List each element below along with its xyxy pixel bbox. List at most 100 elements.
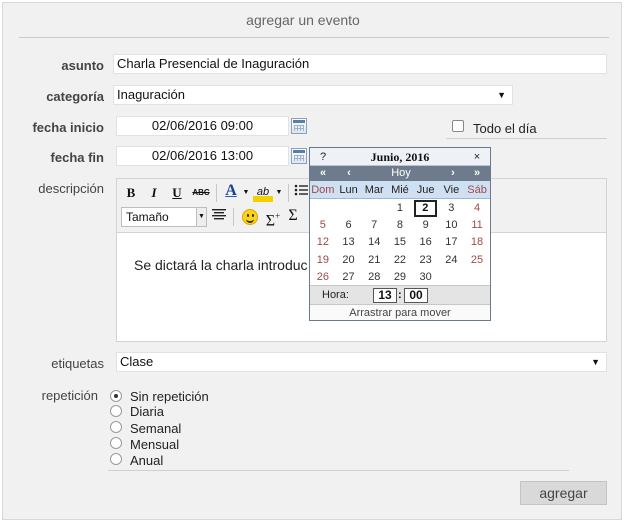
calendar-day[interactable]: 13 [336, 234, 362, 251]
calendar-day[interactable]: 8 [387, 217, 413, 234]
highlight-button[interactable]: ab [253, 182, 273, 202]
strikethrough-button[interactable]: ABC [191, 183, 211, 203]
calendar-day[interactable]: 29 [387, 269, 413, 286]
form-title: agregar un evento [246, 12, 360, 28]
calendar-day[interactable]: 20 [336, 252, 362, 269]
repeat-monthly-radio[interactable] [110, 437, 122, 449]
italic-button[interactable]: I [146, 183, 162, 203]
weekday-label: Mié [391, 184, 409, 196]
toolbar-separator [216, 184, 217, 202]
prev-month-button[interactable]: ‹ [336, 166, 362, 181]
calendar-day[interactable]: 25 [464, 252, 490, 269]
weekday-label: Sáb [467, 184, 487, 196]
repeat-daily-radio[interactable] [110, 405, 122, 417]
close-button[interactable]: × [464, 148, 490, 166]
end-date-input[interactable]: 02/06/2016 13:00 [116, 146, 289, 166]
calendar-day[interactable]: 19 [310, 252, 336, 269]
description-label: descripción [38, 181, 104, 196]
calendar-day[interactable]: 6 [336, 217, 362, 234]
drag-handle[interactable]: Arrastrar para mover [310, 304, 490, 320]
calendar-day[interactable]: 30 [413, 269, 439, 286]
calendar-day[interactable]: 5 [310, 217, 336, 234]
calendar-day[interactable]: 22 [387, 252, 413, 269]
tags-label: etiquetas [51, 356, 104, 371]
chevron-down-icon[interactable]: ▼ [274, 183, 284, 203]
calendar-day[interactable]: 9 [413, 217, 439, 234]
all-day-underline [446, 138, 607, 139]
description-text[interactable]: Se dictará la charla introduc [134, 257, 308, 273]
calendar-header[interactable]: ? Junio, 2016 × [310, 148, 490, 166]
calendar-day[interactable]: 2 [413, 200, 437, 217]
repeat-option-label: Sin repetición [130, 389, 209, 404]
repeat-yearly-radio[interactable] [110, 453, 122, 465]
smiley-icon[interactable] [242, 209, 258, 225]
calendar-day[interactable]: 11 [464, 217, 490, 234]
help-button[interactable]: ? [310, 148, 336, 166]
category-select[interactable]: Inaguración ▼ [113, 85, 513, 105]
calendar-day[interactable]: 12 [310, 234, 336, 251]
underline-button[interactable]: U [169, 183, 185, 203]
repeat-option-label: Mensual [130, 437, 180, 452]
subject-input[interactable]: Charla Presencial de Inaguración [113, 54, 607, 74]
next-year-button[interactable]: » [464, 166, 490, 181]
weekday-header: Dom Lun Mar Mié Jue Vie Sáb [310, 181, 490, 199]
repeat-label: repetición [41, 388, 98, 403]
repeat-weekly-radio[interactable] [110, 421, 122, 433]
calendar-day[interactable]: 1 [387, 200, 413, 217]
calendar-day[interactable]: 21 [361, 252, 387, 269]
title-divider [19, 37, 609, 38]
sigma-plus-icon[interactable]: Σ+ [263, 206, 283, 229]
sigma-icon[interactable]: Σ [285, 206, 301, 226]
calendar-day[interactable]: 16 [413, 234, 439, 251]
repeat-option-label: Diaria [130, 404, 164, 419]
calendar-day[interactable]: 7 [361, 217, 387, 234]
calendar-popup[interactable]: ? Junio, 2016 × « ‹ Hoy › » Dom Lun Mar Mié… [309, 147, 491, 321]
calendar-day[interactable]: 28 [361, 269, 387, 286]
weekday-label: Dom [311, 184, 335, 196]
chevron-down-icon[interactable]: ▼ [241, 183, 251, 203]
calendar-day[interactable]: 24 [439, 252, 465, 269]
time-label: Hora: [322, 289, 349, 301]
submit-button[interactable]: agregar [520, 481, 607, 505]
today-button[interactable]: Hoy [362, 166, 440, 181]
calendar-icon[interactable] [291, 148, 307, 164]
toolbar-separator [288, 184, 289, 202]
minute-field[interactable]: 00 [404, 288, 428, 303]
start-date-input[interactable]: 02/06/2016 09:00 [116, 116, 289, 136]
all-day-checkbox[interactable] [452, 120, 464, 132]
calendar-nav: « ‹ Hoy › » [310, 166, 490, 181]
font-size-value: Tamaño [126, 210, 169, 224]
tags-select[interactable]: Clase ▼ [116, 352, 607, 372]
weekday-label: Lun [339, 184, 358, 196]
chevron-down-icon: ▼ [196, 208, 206, 226]
align-icon[interactable] [210, 207, 228, 227]
chevron-down-icon: ▼ [591, 357, 600, 367]
weekday-label: Mar [364, 184, 384, 196]
calendar-day[interactable]: 15 [387, 234, 413, 251]
font-color-button[interactable]: A [221, 181, 241, 201]
calendar-day[interactable]: 10 [439, 217, 465, 234]
prev-year-button[interactable]: « [310, 166, 336, 181]
next-month-button[interactable]: › [440, 166, 466, 181]
time-row: Hora: 13 : 00 [310, 285, 490, 304]
calendar-day[interactable]: 18 [464, 234, 490, 251]
category-label: categoría [46, 89, 104, 104]
calendar-day[interactable]: 3 [439, 200, 465, 217]
start-date-label: fecha inicio [32, 120, 104, 135]
weekday-label: Vie [443, 184, 460, 196]
all-day-label: Todo el día [473, 121, 537, 136]
calendar-day[interactable]: 23 [413, 252, 439, 269]
calendar-day[interactable]: 17 [439, 234, 465, 251]
calendar-day[interactable]: 26 [310, 269, 336, 286]
hour-field[interactable]: 13 [373, 288, 397, 303]
category-value: Inaguración [117, 87, 185, 102]
calendar-icon[interactable] [291, 118, 307, 134]
calendar-day[interactable]: 14 [361, 234, 387, 251]
repeat-none-radio[interactable] [110, 390, 122, 402]
bullet-list-icon[interactable] [293, 183, 309, 203]
calendar-day[interactable]: 4 [464, 200, 490, 217]
calendar-day[interactable]: 27 [336, 269, 362, 286]
end-date-label: fecha fin [50, 150, 104, 165]
font-size-select[interactable]: Tamaño ▼ [121, 207, 207, 227]
bold-button[interactable]: B [123, 183, 139, 203]
